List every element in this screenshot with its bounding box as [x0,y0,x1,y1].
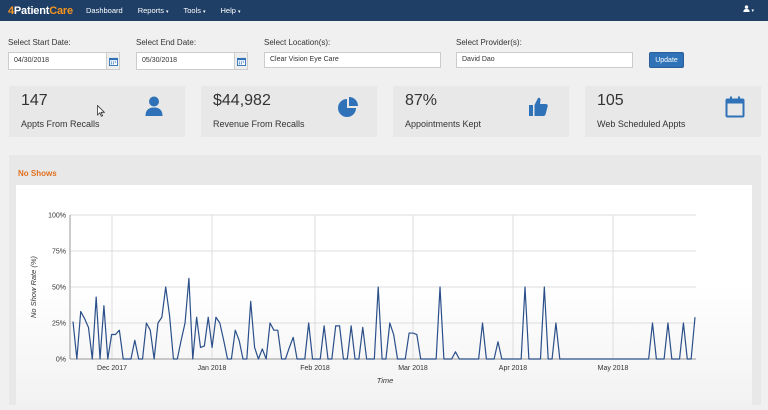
chart-area: 0% 25% 50% 75% 100% Dec 2017 Jan 2018 Feb 2018 M… [16,185,752,405]
y-tick-label: 50% [52,285,66,292]
start-date-calendar-button[interactable] [106,52,120,70]
stat-card-revenue-from-recalls: $44,982 Revenue From Recalls [201,86,377,137]
location-label: Select Location(s): [264,38,331,47]
x-axis-title: Time [377,376,394,385]
stat-value: 87% [405,92,438,109]
x-tick-label: Apr 2018 [499,365,528,372]
x-tick-label: Dec 2017 [97,365,127,372]
provider-label: Select Provider(s): [456,38,522,47]
calendar-icon [725,96,745,118]
end-date-input[interactable]: 05/30/2018 [136,52,244,70]
top-navbar: 4PatientCare Dashboard Reports ▾ Tools ▾ H… [0,0,768,21]
stat-card-web-scheduled-appts: 105 Web Scheduled Appts [585,86,761,137]
brand-logo[interactable]: 4PatientCare [0,5,86,17]
x-tick-label: Jan 2018 [198,365,227,372]
caret-down-icon: ▾ [203,9,206,15]
x-tick-label: May 2018 [598,365,629,372]
mouse-pointer-icon [97,105,105,117]
x-tick-label: Feb 2018 [300,365,330,372]
y-tick-label: 100% [48,213,66,220]
thumbs-up-icon [529,97,548,116]
y-tick-label: 0% [56,357,66,364]
update-button[interactable]: Update [649,52,684,68]
caret-down-icon: ▾ [751,8,754,14]
nav-reports[interactable]: Reports ▾ [138,6,169,15]
caret-down-icon: ▾ [165,9,169,15]
stat-card-appointments-kept: 87% Appointments Kept [393,86,569,137]
user-icon [743,5,751,12]
stat-value: 147 [21,92,48,109]
user-icon [145,96,163,116]
stat-value: $44,982 [213,92,271,109]
no-show-rate-series-line [72,277,696,360]
user-menu[interactable]: ▾ [743,5,754,14]
end-date-label: Select End Date: [136,38,197,47]
calendar-icon [108,57,118,66]
x-tick-label: Mar 2018 [398,365,428,372]
y-tick-label: 75% [52,249,66,256]
location-select[interactable]: Clear Vision Eye Care [264,52,441,68]
calendar-icon [236,57,246,66]
start-date-input[interactable]: 04/30/2018 [8,52,116,70]
end-date-calendar-button[interactable] [234,52,248,70]
chart-title: No Shows [18,169,57,178]
stat-label: Revenue From Recalls [213,119,305,129]
nav-tools[interactable]: Tools ▾ [183,6,205,15]
provider-select[interactable]: David Dao [456,52,633,68]
nav-dashboard[interactable]: Dashboard [86,6,123,15]
pie-chart-icon [338,97,358,117]
stat-label: Web Scheduled Appts [597,119,686,129]
y-tick-label: 25% [52,321,66,328]
no-shows-line-chart: 0% 25% 50% 75% 100% Dec 2017 Jan 2018 Feb 2018 M… [29,213,696,385]
caret-down-icon: ▾ [237,9,241,15]
stat-value: 105 [597,92,624,109]
start-date-label: Select Start Date: [8,38,71,47]
stat-label: Appts From Recalls [21,119,100,129]
stat-label: Appointments Kept [405,119,482,129]
nav-help[interactable]: Help ▾ [221,6,241,15]
y-axis-title: No Show Rate (%) [29,255,38,318]
